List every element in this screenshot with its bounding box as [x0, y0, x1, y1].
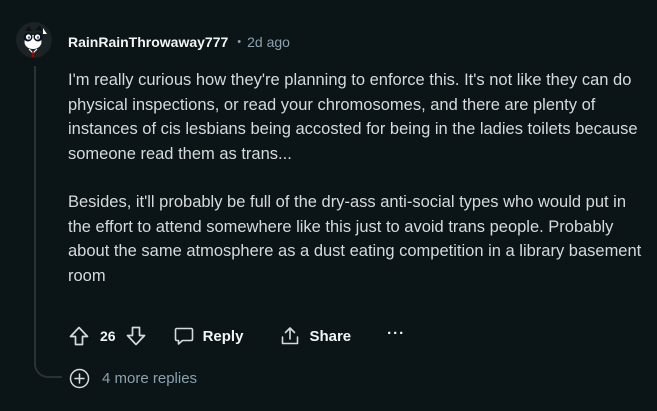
- downvote-button[interactable]: [123, 323, 149, 349]
- comment-meta: RainRainThrowaway777 • 2d ago: [68, 32, 290, 52]
- reply-label: Reply: [202, 327, 244, 345]
- vote-group: 26: [66, 321, 149, 351]
- arrow-down-icon: [126, 326, 145, 346]
- comment-paragraph: I'm really curious how they're planning …: [68, 71, 638, 163]
- snoo-avatar-icon: [16, 22, 52, 58]
- more-replies-button[interactable]: 4 more replies: [69, 367, 197, 389]
- vote-score: 26: [100, 328, 116, 344]
- comment-action-bar: 26 Reply Share ···: [66, 321, 405, 351]
- comment: RainRainThrowaway777 • 2d ago I'm really…: [0, 0, 657, 411]
- arrow-up-icon: [69, 326, 89, 346]
- comment-body: I'm really curious how they're planning …: [68, 68, 643, 288]
- speech-bubble-icon: [174, 327, 193, 345]
- more-replies-label: 4 more replies: [102, 369, 198, 387]
- share-icon: [282, 327, 299, 345]
- thread-line[interactable]: [34, 66, 36, 364]
- share-label: Share: [309, 327, 352, 345]
- thread-connector: [34, 350, 62, 378]
- comment-paragraph: Besides, it'll probably be full of the d…: [68, 193, 642, 285]
- meta-separator: •: [237, 36, 242, 48]
- share-button[interactable]: Share: [279, 321, 351, 351]
- upvote-button[interactable]: [66, 323, 92, 349]
- timestamp[interactable]: 2d ago: [247, 34, 290, 50]
- plus-circle-icon: [69, 368, 90, 388]
- user-avatar[interactable]: [16, 22, 52, 58]
- more-options-button[interactable]: ···: [387, 321, 405, 351]
- username-link[interactable]: RainRainThrowaway777: [68, 34, 228, 50]
- reply-button[interactable]: Reply: [173, 321, 244, 351]
